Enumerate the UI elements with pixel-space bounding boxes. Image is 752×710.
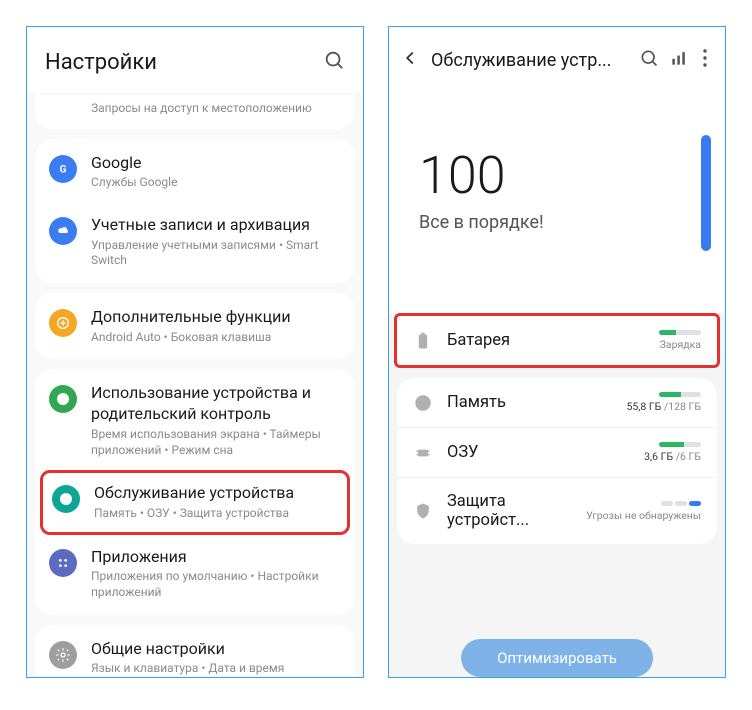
score-value: 100 xyxy=(419,145,695,206)
care-label: Защита устройст... xyxy=(447,492,572,530)
score-bar xyxy=(701,135,711,251)
disk-icon xyxy=(413,393,433,413)
gear-icon xyxy=(49,641,77,669)
settings-item-sub: Время использования экрана • Таймеры при… xyxy=(91,427,341,458)
settings-item-a-1[interactable]: Учетные записи и архивация Управление уч… xyxy=(35,203,355,281)
care-value: 55,8 ГБ /128 ГБ xyxy=(626,400,701,413)
care-sub: Угрозы не обнаружены xyxy=(586,509,701,522)
settings-item-d-0[interactable]: Общие настройки Язык и клавиатура • Дата… xyxy=(35,627,355,678)
optimize-button[interactable]: Оптимизировать xyxy=(461,639,653,677)
settings-item-title: Обслуживание устройства xyxy=(94,483,338,504)
care-value: 3,6 ГБ /6 ГБ xyxy=(644,450,701,463)
shield-icon xyxy=(413,501,433,521)
page-title: Настройки xyxy=(45,50,157,75)
care-label: Батарея xyxy=(447,331,645,350)
care-label: Память xyxy=(447,393,612,412)
usage-bar xyxy=(659,330,701,335)
care-row-2[interactable]: ОЗУ 3,6 ГБ /6 ГБ xyxy=(397,428,717,478)
settings-item-c-0[interactable]: Использование устройства и родительский … xyxy=(35,371,355,470)
dial-icon xyxy=(49,385,77,413)
settings-item-sub: Android Auto • Боковая клавиша xyxy=(91,330,341,346)
care-row-1[interactable]: Память 55,8 ГБ /128 ГБ xyxy=(397,378,717,428)
page-title: Обслуживание устр... xyxy=(431,50,629,71)
settings-item-title: Использование устройства и родительский … xyxy=(91,383,341,425)
search-icon[interactable] xyxy=(639,48,659,72)
chip-icon xyxy=(413,443,433,463)
usage-bar xyxy=(659,392,701,397)
battery-icon xyxy=(413,331,433,351)
settings-item-sub: Приложения по умолчанию • Настройки прил… xyxy=(91,569,341,600)
settings-item-sub: Управление учетными записями • Smart Swi… xyxy=(91,238,341,269)
settings-item-c-2[interactable]: Приложения Приложения по умолчанию • Нас… xyxy=(35,535,355,613)
plus-icon xyxy=(49,309,77,337)
settings-item-c-1[interactable]: Обслуживание устройства Память • ОЗУ • З… xyxy=(40,470,350,534)
settings-item-title: Дополнительные функции xyxy=(91,307,341,328)
care-label: ОЗУ xyxy=(447,443,630,462)
settings-item-title: Учетные записи и архивация xyxy=(91,215,341,236)
svg-text:G: G xyxy=(60,164,67,175)
chart-icon[interactable] xyxy=(669,48,689,72)
google-icon: G xyxy=(49,155,77,183)
settings-item-sub: Запросы на доступ к местоположению xyxy=(91,95,341,117)
usage-bar xyxy=(659,442,701,447)
settings-item-title: Общие настройки xyxy=(91,639,341,660)
grid-icon xyxy=(49,549,77,577)
settings-item-sub: Службы Google xyxy=(91,175,341,191)
search-icon[interactable] xyxy=(323,49,345,75)
cloud-icon xyxy=(49,217,77,245)
score-area: 100 Все в порядке! xyxy=(389,89,725,313)
more-icon[interactable] xyxy=(699,48,711,72)
settings-item-a-0[interactable]: G Google Службы Google xyxy=(35,141,355,203)
security-segments xyxy=(661,501,701,506)
back-icon[interactable] xyxy=(399,47,421,73)
care-row-3[interactable]: Защита устройст... Угрозы не обнаружены xyxy=(397,478,717,544)
score-label: Все в порядке! xyxy=(419,212,695,233)
settings-item-sub: Память • ОЗУ • Защита устройства xyxy=(94,506,338,522)
care-icon xyxy=(52,485,80,513)
settings-item-title: Google xyxy=(91,153,341,174)
settings-item-title: Приложения xyxy=(91,547,341,568)
care-sub: Зарядка xyxy=(660,338,701,351)
care-row-0[interactable]: Батарея Зарядка xyxy=(397,316,717,365)
settings-item-sub: Язык и клавиатура • Дата и время xyxy=(91,661,341,677)
settings-item-b-0[interactable]: Дополнительные функции Android Auto • Бо… xyxy=(35,295,355,357)
